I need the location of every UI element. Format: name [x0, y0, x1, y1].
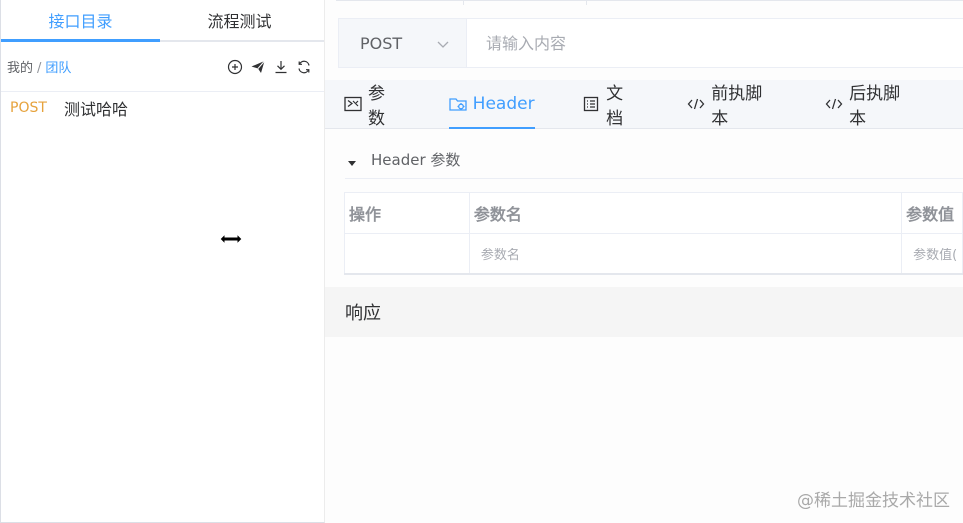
- tab-header-label: Header: [472, 94, 535, 114]
- tab-header[interactable]: Header: [448, 80, 535, 129]
- tab-post-script[interactable]: 后执脚本: [825, 80, 915, 129]
- table-row: [344, 233, 963, 274]
- watermark: @稀土掘金技术社区: [797, 491, 950, 511]
- sidebar-tabs: 接口目录 流程测试: [1, 0, 324, 42]
- row-value-cell: [901, 233, 963, 274]
- method-select-value: POST: [360, 33, 403, 53]
- breadcrumb: 我的 / 团队: [7, 57, 71, 76]
- response-section: 响应: [325, 287, 963, 337]
- table-header-row: 操作 参数名 参数值: [344, 192, 963, 234]
- row-name-cell: [468, 233, 903, 274]
- param-name-input[interactable]: [480, 248, 902, 263]
- tab-params-label: 参数: [368, 84, 385, 129]
- param-value-input[interactable]: [913, 248, 962, 263]
- add-circle-icon[interactable]: [227, 59, 243, 75]
- tab-params[interactable]: 参数: [344, 80, 401, 129]
- api-sidebar: 接口目录 流程测试 我的 / 团队 POST 测试哈哈: [0, 0, 325, 523]
- document-icon: [583, 95, 601, 113]
- tab-flow-test[interactable]: 流程测试: [160, 0, 319, 40]
- breadcrumb-separator: /: [37, 61, 42, 76]
- method-select[interactable]: POST: [339, 19, 467, 67]
- tab-post-script-label: 后执脚本: [849, 84, 901, 129]
- sidebar-tools: [227, 59, 312, 75]
- params-icon: [344, 95, 362, 113]
- api-name: 测试哈哈: [64, 100, 129, 119]
- row-action-cell: [344, 233, 470, 274]
- app-window: 接口目录 流程测试 我的 / 团队 POST 测试哈哈 POST 请输入内容 参…: [0, 0, 963, 523]
- resize-cursor-icon: [219, 231, 243, 246]
- sidebar-toolbar: 我的 / 团队: [1, 42, 324, 92]
- column-header-param-name: 参数名: [468, 192, 903, 234]
- tab-pre-script[interactable]: 前执脚本: [687, 80, 777, 129]
- tab-api-directory[interactable]: 接口目录: [1, 0, 160, 40]
- response-title: 响应: [345, 303, 381, 324]
- method-badge: POST: [10, 100, 47, 116]
- header-params-table: 操作 参数名 参数值: [344, 192, 963, 274]
- refresh-icon[interactable]: [296, 59, 312, 75]
- breadcrumb-root[interactable]: 我的: [7, 61, 33, 76]
- header-params-collapse[interactable]: Header 参数: [345, 140, 963, 179]
- column-header-action: 操作: [344, 192, 470, 234]
- request-tab-strip: [336, 0, 963, 6]
- request-tab-slot[interactable]: [463, 1, 587, 5]
- column-header-param-value: 参数值: [901, 192, 963, 234]
- code-icon: [825, 95, 843, 113]
- header-params-title: Header 参数: [371, 150, 461, 169]
- breadcrumb-current[interactable]: 团队: [45, 61, 71, 76]
- caret-down-icon: [347, 154, 357, 166]
- api-list-item[interactable]: POST 测试哈哈: [1, 92, 324, 124]
- table-bottom-border: [344, 273, 963, 275]
- url-input[interactable]: [467, 19, 963, 67]
- chevron-down-icon: [436, 36, 450, 50]
- send-icon[interactable]: [250, 59, 266, 75]
- active-tab-indicator: [1, 39, 160, 42]
- folder-gear-icon: [449, 95, 467, 113]
- tab-pre-script-label: 前执脚本: [711, 84, 763, 129]
- code-icon: [687, 95, 705, 113]
- tab-document-label: 文档: [606, 84, 624, 129]
- request-panel: POST 参数 Header: [325, 0, 963, 523]
- download-icon[interactable]: [273, 59, 289, 75]
- tab-document[interactable]: 文档: [583, 80, 640, 129]
- url-bar: POST: [338, 18, 963, 68]
- request-tabs: 参数 Header 文档 前执脚本 后执脚本: [325, 80, 963, 129]
